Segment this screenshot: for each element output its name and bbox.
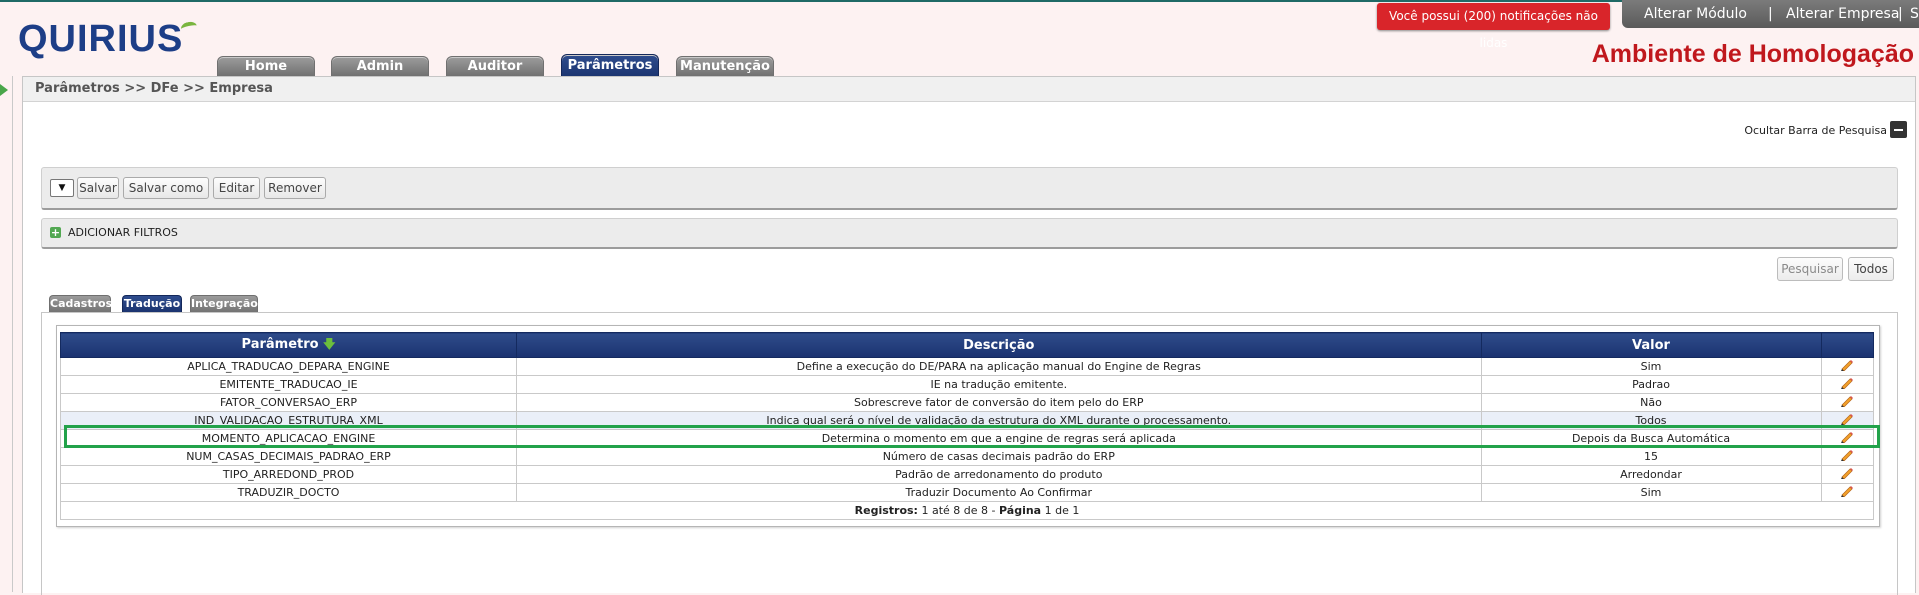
edit-cell: [1820, 447, 1875, 466]
alterar-modulo-link[interactable]: Alterar Módulo: [1644, 0, 1747, 28]
breadcrumb: Parâmetros >> DFe >> Empresa: [23, 77, 1915, 102]
pencil-icon[interactable]: [1840, 468, 1854, 482]
cell-valor: Arredondar: [1480, 465, 1822, 484]
tab-home[interactable]: Home: [217, 56, 315, 77]
environment-label: Ambiente de Homologação: [1591, 40, 1914, 68]
cell-descricao: Sobrescreve fator de conversão do item p…: [516, 393, 1482, 412]
header-descricao[interactable]: Descrição: [516, 332, 1482, 358]
table-row[interactable]: TIPO_ARREDOND_PROD Padrão de arredonament…: [59, 465, 1875, 484]
table-footer-row: Registros: 1 até 8 de 8 - Página 1 de 1: [60, 501, 1874, 520]
edit-cell: [1820, 483, 1875, 502]
pencil-icon[interactable]: [1840, 396, 1854, 410]
editar-button[interactable]: Editar: [213, 177, 260, 199]
pencil-icon[interactable]: [1840, 486, 1854, 500]
tab-content: Parâmetro 🡇 Descrição Valor APLICA_TRADU…: [41, 312, 1898, 595]
main-panel: Parâmetros >> DFe >> Empresa Ocultar Bar…: [22, 76, 1916, 595]
cell-valor: Sim: [1480, 357, 1822, 376]
pesquisar-button[interactable]: Pesquisar: [1777, 257, 1843, 281]
registros-range: 1 até 8 de 8: [921, 504, 989, 517]
sidebar-divider: [12, 76, 13, 592]
cell-descricao: Traduzir Documento Ao Confirmar: [516, 483, 1482, 502]
pencil-icon[interactable]: [1840, 360, 1854, 374]
plus-icon: +: [50, 226, 61, 239]
cell-descricao: IE na tradução emitente.: [516, 375, 1482, 394]
cell-parametro: TRADUZIR_DOCTO: [59, 483, 518, 502]
saved-search-select[interactable]: ▼: [50, 179, 74, 197]
menu-separator: |: [1898, 6, 1903, 22]
minus-icon[interactable]: [1890, 121, 1907, 138]
table-row[interactable]: EMITENTE_TRADUCAO_IE IE na tradução emite…: [59, 375, 1875, 394]
tab-admin[interactable]: Admin: [331, 56, 429, 77]
table-header-row: Parâmetro 🡇 Descrição Valor: [59, 332, 1875, 358]
pagina-label: Página: [999, 504, 1042, 517]
cell-descricao: Número de casas decimais padrão do ERP: [516, 447, 1482, 466]
notifications-badge[interactable]: Você possui (200) notificações não lidas: [1377, 3, 1610, 50]
salvar-button[interactable]: Salvar: [77, 177, 119, 199]
row-highlight-box: [64, 425, 1880, 448]
sair-link[interactable]: Sair: [1910, 0, 1919, 28]
search-toolbar: ▼ Salvar Salvar como Editar Remover: [41, 167, 1898, 210]
table-row[interactable]: TRADUZIR_DOCTO Traduzir Documento Ao Conf…: [59, 483, 1875, 502]
cell-parametro: APLICA_TRADUCAO_DEPARA_ENGINE: [59, 357, 518, 376]
subtab-cadastros[interactable]: Cadastros: [49, 295, 112, 312]
remover-button[interactable]: Remover: [264, 177, 326, 199]
table-row[interactable]: NUM_CASAS_DECIMAIS_PADRAO_ERP Número de c…: [59, 447, 1875, 466]
add-filters-bar[interactable]: + ADICIONAR FILTROS: [41, 218, 1898, 249]
pencil-icon[interactable]: [1840, 378, 1854, 392]
quirius-logo: QUIRIUS: [18, 18, 184, 60]
table-row[interactable]: FATOR_CONVERSAO_ERP Sobrescreve fator de …: [59, 393, 1875, 412]
edit-cell: [1820, 465, 1875, 484]
tab-auditor[interactable]: Auditor: [446, 56, 544, 77]
edit-cell: [1820, 393, 1875, 412]
footer-separator: -: [991, 504, 996, 517]
registros-label: Registros:: [854, 504, 918, 517]
add-filters-label: ADICIONAR FILTROS: [68, 226, 178, 239]
menu-separator: |: [1768, 6, 1773, 22]
cell-parametro: EMITENTE_TRADUCAO_IE: [59, 375, 518, 394]
header-parametro[interactable]: Parâmetro 🡇: [59, 332, 518, 358]
todos-button[interactable]: Todos: [1848, 257, 1894, 281]
subtab-traducao[interactable]: Tradução: [122, 295, 182, 312]
hide-search-bar-label[interactable]: Ocultar Barra de Pesquisa: [1744, 123, 1887, 139]
tab-manutencao[interactable]: Manutenção: [676, 56, 774, 77]
cell-parametro: FATOR_CONVERSAO_ERP: [59, 393, 518, 412]
cell-parametro: TIPO_ARREDOND_PROD: [59, 465, 518, 484]
header-parametro-label: Parâmetro: [241, 336, 319, 352]
sort-down-arrow-icon: 🡇: [323, 336, 336, 351]
cell-valor: Sim: [1480, 483, 1822, 502]
subtab-integracao[interactable]: Integração: [190, 295, 258, 312]
header-actions: [1820, 332, 1875, 358]
header-valor[interactable]: Valor: [1480, 332, 1822, 358]
cell-valor: Padrao: [1480, 375, 1822, 394]
pencil-icon[interactable]: [1840, 450, 1854, 464]
chevron-down-icon: ▼: [58, 183, 66, 193]
tab-parametros[interactable]: Parâmetros: [561, 54, 659, 77]
cell-descricao: Padrão de arredonamento do produto: [516, 465, 1482, 484]
expand-sidebar-arrow-icon[interactable]: [0, 84, 8, 96]
salvar-como-button[interactable]: Salvar como: [123, 177, 209, 199]
cell-valor: Não: [1480, 393, 1822, 412]
alterar-empresa-link[interactable]: Alterar Empresa: [1786, 0, 1899, 28]
cell-valor: 15: [1480, 447, 1822, 466]
cell-parametro: NUM_CASAS_DECIMAIS_PADRAO_ERP: [59, 447, 518, 466]
table-row[interactable]: APLICA_TRADUCAO_DEPARA_ENGINE Define a ex…: [59, 357, 1875, 376]
edit-cell: [1820, 357, 1875, 376]
edit-cell: [1820, 375, 1875, 394]
top-menu: Alterar Módulo | Alterar Empresa | Sair: [1622, 0, 1919, 28]
cell-descricao: Define a execução do DE/PARA na aplicaçã…: [516, 357, 1482, 376]
pagina-range: 1 de 1: [1044, 504, 1080, 517]
pagination-info: Registros: 1 até 8 de 8 - Página 1 de 1: [60, 501, 1874, 520]
